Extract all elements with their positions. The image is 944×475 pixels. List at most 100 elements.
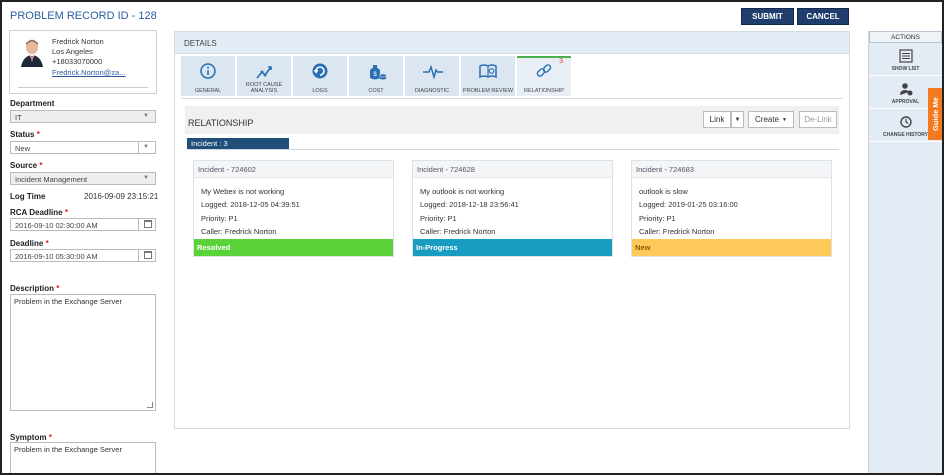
tab-cost[interactable]: $ COST [349,56,403,96]
info-icon [200,63,216,79]
source-value: Incident Management [15,175,88,184]
incident-status-bar: New [632,239,831,256]
incident-caller: Caller: Fredrick Norton [201,227,277,236]
rca-deadline-input[interactable]: 2016-09-10 02:30:00 AM [10,218,156,231]
incident-summary: outlook is slow [639,187,688,196]
divider [18,87,148,88]
user-card: Fredrick Norton Los Angeles +18033070000… [9,30,157,94]
incident-card[interactable]: Incident - 724683 outlook is slow Logged… [631,160,832,257]
incident-id[interactable]: Incident - 724602 [194,161,393,178]
actions-header: ACTIONS [869,31,942,43]
tab-label: ROOT CAUSE ANALYSIS [245,82,283,94]
guide-me-button[interactable]: Guide Me [928,88,942,140]
divider [187,149,839,150]
logtime-label: Log Time [10,192,46,201]
description-label: Description * [10,284,60,293]
diagnostic-icon [423,64,443,80]
link-button[interactable]: Link [703,111,731,128]
submit-button[interactable]: SUBMIT [741,8,794,25]
caret-down-icon: ▼ [734,116,741,123]
tab-diagnostic[interactable]: DIAGNOSTIC [405,56,459,96]
rca-deadline-label: RCA Deadline * [10,208,68,217]
tab-relationship[interactable]: 3 RELATIONSHIP [517,56,571,96]
tab-general[interactable]: GENERAL [181,56,235,96]
status-value: New [15,144,31,153]
tab-root-cause-analysis[interactable]: ROOT CAUSE ANALYSIS [237,56,291,96]
calendar-icon[interactable] [144,220,152,228]
department-select[interactable]: IT ▼ [10,110,156,123]
chevron-down-icon: ▼ [143,144,149,150]
tab-logs[interactable]: LOGS [293,56,347,96]
user-email-link[interactable]: Fredrick.Norton@za... [52,68,125,77]
rca-deadline-value: 2016-09-10 02:30:00 AM [15,221,98,230]
logtime-value: 2016-09-09 23:15:21 [84,192,159,201]
page-title: PROBLEM RECORD ID - 128 [10,10,157,22]
chevron-down-icon: ▼ [143,113,149,119]
divider [138,250,139,261]
tab-problem-review[interactable]: PROBLEM REVIEW [461,56,515,96]
app-frame: PROBLEM RECORD ID - 128 SUBMIT CANCEL Fr… [0,0,944,475]
user-phone: +18033070000 [52,57,103,66]
incident-tab[interactable]: Incident : 3 [187,138,289,149]
root-cause-icon [256,66,272,79]
divider [181,98,843,99]
department-label: Department [10,99,55,108]
tab-label: PROBLEM REVIEW [462,88,514,94]
review-icon [479,64,497,79]
tab-label: LOGS [312,88,328,94]
incident-logged: Logged: 2018-12-18 23:56:41 [420,200,519,209]
tab-label: RELATIONSHIP [524,88,564,94]
create-button[interactable]: Create ▼ [748,111,794,128]
incident-card[interactable]: Incident - 724602 My Webex is not workin… [193,160,394,257]
incident-id[interactable]: Incident - 724683 [632,161,831,178]
tab-label: DIAGNOSTIC [414,88,450,94]
tab-label: COST [368,88,384,94]
divider [138,142,139,153]
deadline-input[interactable]: 2016-09-10 05:30:00 AM [10,249,156,262]
relationship-count-badge: 3 [559,58,563,65]
resize-grip-icon[interactable] [147,402,153,408]
action-show-list[interactable]: SHOW LIST [869,43,942,76]
link-dropdown-button[interactable]: ▼ [731,111,744,128]
details-panel: DETAILS GENERAL ROOT CAUSE ANALYSIS LOGS… [174,31,850,429]
incident-id[interactable]: Incident - 724628 [413,161,612,178]
list-icon [899,49,913,63]
source-select[interactable]: Incident Management ▼ [10,172,156,185]
incident-priority: Priority: P1 [639,214,676,223]
symptom-textarea[interactable]: Problem in the Exchange Server [10,442,156,473]
department-value: IT [15,113,22,122]
action-label: SHOW LIST [891,66,920,72]
user-name: Fredrick Norton [52,37,104,46]
incident-caller: Caller: Fredrick Norton [420,227,496,236]
incident-status-bar: Resolved [194,239,393,256]
divider [138,219,139,230]
incident-card[interactable]: Incident - 724628 My outlook is not work… [412,160,613,257]
status-select[interactable]: New ▼ [10,141,156,154]
incident-summary: My outlook is not working [420,187,505,196]
incident-priority: Priority: P1 [420,214,457,223]
status-label: Status * [10,130,40,139]
approval-icon [900,83,913,96]
deadline-label: Deadline * [10,239,49,248]
relationship-toolbar: RELATIONSHIP Link ▼ Create ▼ De-Link [185,106,839,134]
description-textarea[interactable]: Problem in the Exchange Server [10,294,156,411]
caret-down-icon: ▼ [782,116,787,123]
cancel-button[interactable]: CANCEL [797,8,849,25]
user-location: Los Angeles [52,47,93,56]
calendar-icon[interactable] [144,251,152,259]
link-icon [536,64,552,77]
relationship-title: RELATIONSHIP [188,118,254,128]
incident-status-bar: In-Progress [413,239,612,256]
incident-priority: Priority: P1 [201,214,238,223]
delink-button[interactable]: De-Link [799,111,837,128]
incident-logged: Logged: 2018-12-05 04:39:51 [201,200,300,209]
symptom-value: Problem in the Exchange Server [14,445,122,454]
deadline-value: 2016-09-10 05:30:00 AM [15,252,98,261]
source-label: Source * [10,161,43,170]
incident-summary: My Webex is not working [201,187,285,196]
cost-icon: $ [370,65,387,80]
tab-label: GENERAL [194,88,222,94]
details-header: DETAILS [175,32,849,54]
incident-logged: Logged: 2019-01-25 03:16:00 [639,200,738,209]
incident-caller: Caller: Fredrick Norton [639,227,715,236]
